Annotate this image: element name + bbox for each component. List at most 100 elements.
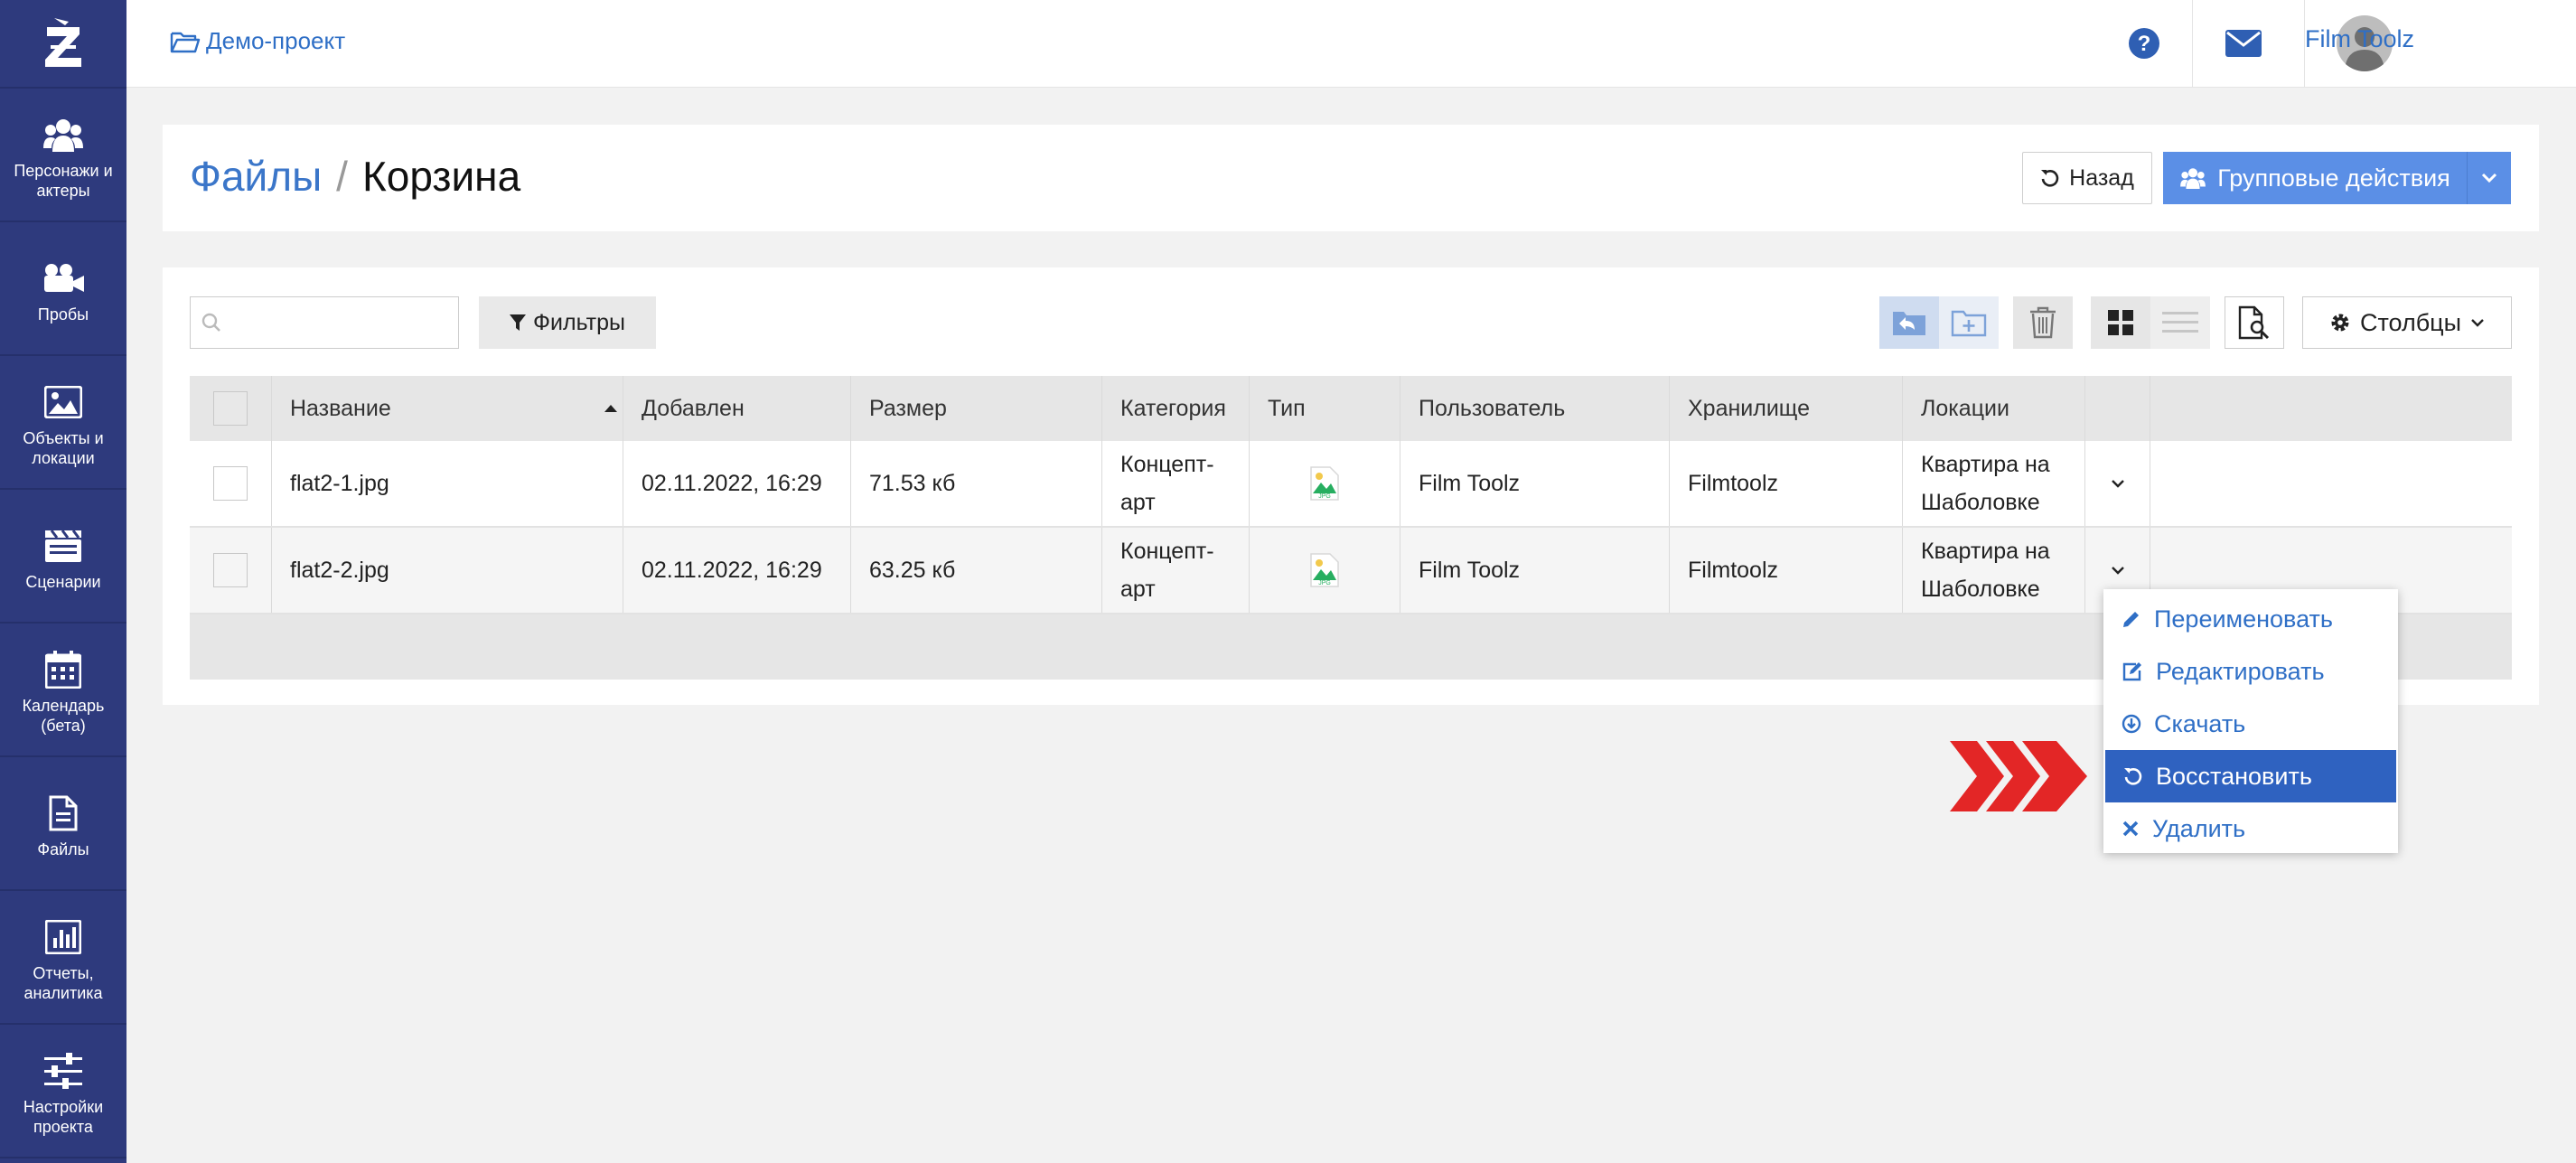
file-icon [49, 795, 78, 831]
project-name: Демо-проект [206, 27, 346, 54]
row-actions-menu: Переименовать Редактировать Скачать Восс… [2103, 589, 2398, 853]
sidebar-item-label: Файлы [37, 840, 89, 858]
preview-button[interactable] [2225, 296, 2284, 349]
category-line: Концепт- [1120, 452, 1214, 477]
file-type: JPG [1250, 441, 1400, 526]
column-header-locations[interactable]: Локации [1903, 376, 2085, 441]
select-all-checkbox[interactable] [213, 391, 248, 426]
trash-button[interactable] [2013, 296, 2073, 349]
help-button[interactable]: ? [2114, 0, 2174, 87]
edit-icon [2122, 662, 2141, 681]
file-name[interactable]: flat2-2.jpg [272, 528, 623, 613]
close-icon [2122, 821, 2139, 837]
file-size: 63.25 кб [851, 528, 1102, 613]
columns-button[interactable]: Столбцы [2302, 296, 2512, 349]
app-logo[interactable] [0, 0, 126, 89]
group-actions-dropdown-toggle[interactable] [2467, 152, 2511, 204]
gear-icon [2331, 314, 2349, 332]
sidebar-item-files[interactable]: Файлы [0, 757, 126, 891]
file-size: 71.53 кб [851, 441, 1102, 526]
chevron-down-icon [2111, 480, 2124, 488]
svg-text:?: ? [2138, 32, 2151, 56]
grid-view-button[interactable] [2091, 296, 2150, 349]
users-icon [2180, 168, 2206, 189]
category-line: арт [1120, 490, 1156, 515]
breadcrumb-separator: / [336, 153, 348, 200]
category-line: арт [1120, 577, 1156, 602]
group-actions-label: Групповые действия [2217, 164, 2450, 192]
column-header-storage[interactable]: Хранилище [1670, 376, 1903, 441]
breadcrumb-files-link[interactable]: Файлы [190, 153, 322, 200]
column-header-label: Пользователь [1419, 395, 1566, 421]
column-header-size[interactable]: Размер [851, 376, 1102, 441]
column-header-label: Тип [1268, 395, 1306, 421]
filters-label: Фильтры [533, 309, 625, 335]
messages-button[interactable] [2214, 0, 2273, 87]
sidebar-item-label: Пробы [37, 305, 89, 324]
category-line: Концепт- [1120, 539, 1214, 564]
location-line: Шаболовке [1921, 490, 2040, 515]
menu-item-delete[interactable]: Удалить [2103, 802, 2398, 855]
sidebar-item-label: Сценарии [25, 573, 101, 591]
menu-item-rename[interactable]: Переименовать [2103, 593, 2398, 645]
file-category: Концепт-арт [1102, 528, 1250, 613]
page-header: Файлы / Корзина Назад Групповые действия [163, 125, 2539, 231]
file-storage: Filmtoolz [1670, 528, 1903, 613]
search-icon [201, 313, 220, 332]
sidebar-item-objects-locations[interactable]: Объекты и локации [0, 356, 126, 490]
file-search-icon [2238, 305, 2270, 340]
image-icon [44, 386, 82, 418]
menu-item-label: Скачать [2154, 709, 2246, 737]
envelope-icon [2225, 30, 2262, 57]
menu-item-edit[interactable]: Редактировать [2103, 645, 2398, 698]
search-box[interactable] [190, 296, 459, 349]
menu-item-label: Восстановить [2156, 762, 2312, 790]
sidebar-item-auditions[interactable]: Пробы [0, 222, 126, 356]
jpg-file-icon: JPG [1310, 466, 1339, 501]
page-title: Корзина [361, 153, 521, 200]
menu-item-label: Переименовать [2154, 605, 2333, 633]
new-folder-button[interactable] [1939, 296, 1999, 349]
column-header-type[interactable]: Тип [1250, 376, 1400, 441]
file-user: Film Toolz [1400, 441, 1670, 526]
list-view-button[interactable] [2150, 296, 2210, 349]
select-all-cell [190, 376, 272, 441]
sidebar-item-label: Настройки проекта [23, 1098, 104, 1136]
filters-button[interactable]: Фильтры [479, 296, 656, 349]
sidebar-item-calendar[interactable]: Календарь (бета) [0, 624, 126, 757]
user-name[interactable]: Film Toolz [2305, 25, 2414, 53]
column-header-category[interactable]: Категория [1102, 376, 1250, 441]
file-name[interactable]: flat2-1.jpg [272, 441, 623, 526]
row-select-cell [190, 441, 272, 526]
menu-item-restore[interactable]: Восстановить [2105, 750, 2396, 802]
column-header-label: Размер [869, 395, 947, 421]
sidebar-item-reports[interactable]: Отчеты, аналитика [0, 891, 126, 1025]
location-line: Квартира на [1921, 452, 2050, 477]
column-header-actions [2085, 376, 2150, 441]
filter-icon [510, 314, 527, 331]
search-input[interactable] [230, 310, 451, 335]
sidebar-item-characters[interactable]: Персонажи и актеры [0, 89, 126, 222]
move-back-button[interactable] [1879, 296, 1939, 349]
column-header-name[interactable]: Название [272, 376, 623, 441]
chevron-down-icon [2471, 319, 2484, 327]
sidebar-item-settings[interactable]: Настройки проекта [0, 1025, 126, 1158]
breadcrumb: Файлы / Корзина [190, 152, 520, 201]
menu-item-download[interactable]: Скачать [2103, 698, 2398, 750]
row-actions-toggle[interactable] [2085, 441, 2150, 526]
file-storage: Filmtoolz [1670, 441, 1903, 526]
sidebar-item-scripts[interactable]: Сценарии [0, 490, 126, 624]
list-icon [2162, 312, 2198, 333]
pointer-arrow-icon [1950, 741, 2087, 811]
column-header-user[interactable]: Пользователь [1400, 376, 1670, 441]
back-button-label: Назад [2069, 164, 2134, 191]
row-checkbox[interactable] [213, 466, 248, 501]
table-header: Название Добавлен Размер Категория Тип П… [190, 376, 2512, 441]
group-actions-button[interactable]: Групповые действия [2163, 152, 2467, 204]
project-link[interactable]: Демо-проект [170, 27, 345, 55]
row-checkbox[interactable] [213, 553, 248, 587]
table-row[interactable]: flat2-1.jpg 02.11.2022, 16:29 71.53 кб К… [190, 441, 2512, 528]
back-button[interactable]: Назад [2022, 152, 2152, 204]
file-user: Film Toolz [1400, 528, 1670, 613]
column-header-added[interactable]: Добавлен [623, 376, 851, 441]
